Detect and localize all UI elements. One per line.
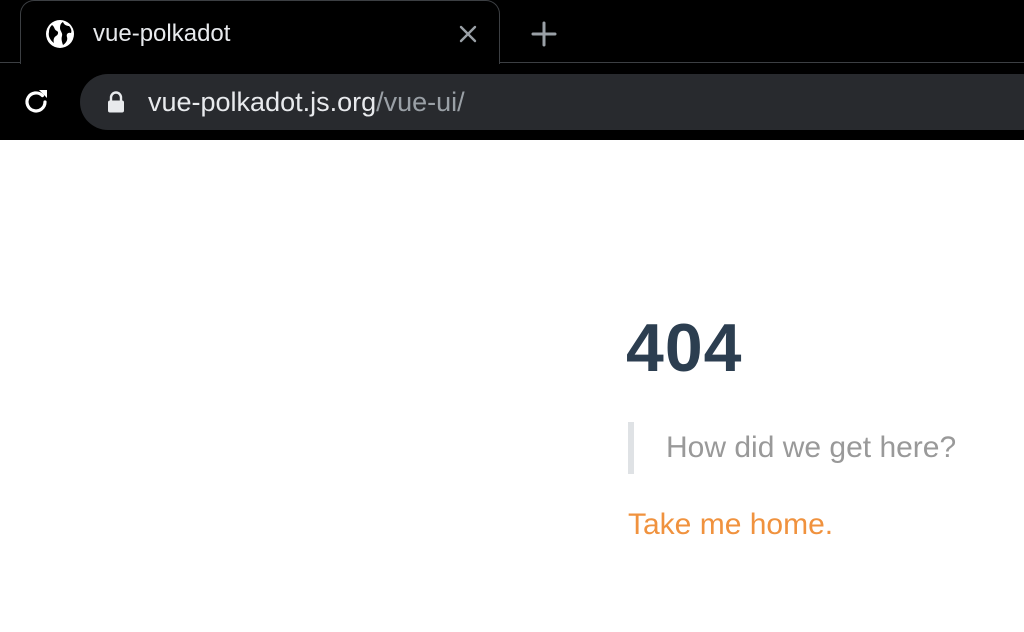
home-link[interactable]: Take me home. [628, 504, 833, 546]
lock-icon[interactable] [106, 90, 126, 114]
tab-title: vue-polkadot [93, 20, 231, 47]
url-text[interactable]: vue-polkadot.js.org/vue-ui/ [148, 87, 465, 117]
address-bar[interactable]: vue-polkadot.js.org/vue-ui/ [80, 74, 1024, 130]
reload-icon[interactable] [20, 86, 52, 118]
close-icon[interactable] [455, 21, 481, 47]
browser-chrome: vue-polkadot vue-polkadot.js.org/vue-ui/ [0, 0, 1024, 140]
browser-tab[interactable]: vue-polkadot [20, 0, 500, 66]
url-path: /vue-ui/ [376, 87, 465, 117]
url-host: vue-polkadot.js.org [148, 87, 377, 117]
browser-toolbar: vue-polkadot.js.org/vue-ui/ [0, 64, 1024, 140]
tab-strip: vue-polkadot [0, 0, 1024, 66]
globe-icon [46, 20, 74, 48]
plus-icon[interactable] [526, 16, 562, 52]
error-code-heading: 404 [626, 310, 743, 386]
page-content: 404 How did we get here? Take me home. [0, 140, 1024, 632]
error-message-quote: How did we get here? [628, 422, 956, 474]
error-message: How did we get here? [666, 431, 957, 464]
